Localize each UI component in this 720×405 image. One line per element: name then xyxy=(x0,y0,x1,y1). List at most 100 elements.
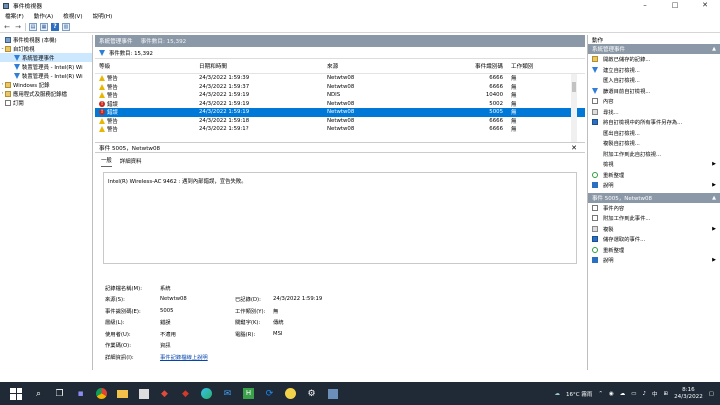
actions-section-event[interactable]: 事件 5005，Netwtw08 ▲ xyxy=(588,192,720,203)
teams-chat-icon[interactable]: ▪ xyxy=(74,387,88,401)
task-view-icon[interactable]: ❐ xyxy=(53,387,67,401)
menu-view[interactable]: 檢視(V) xyxy=(58,12,87,20)
input-language[interactable]: 中 xyxy=(652,390,658,398)
battery-icon[interactable]: ▭ xyxy=(631,391,636,397)
app-icon-yellow[interactable] xyxy=(284,387,298,401)
event-row-selected[interactable]: ! 錯誤 24/3/2022 1:59:19 Netwtw08 5005 無 xyxy=(95,108,585,117)
start-button[interactable] xyxy=(10,387,22,400)
back-icon[interactable]: ← xyxy=(3,23,11,31)
column-header-event-id[interactable]: 事件識別碼 xyxy=(457,62,507,70)
list-scrollbar[interactable] xyxy=(571,74,577,142)
tab-details[interactable]: 詳細資料 xyxy=(120,157,142,167)
row-date: 24/3/2022 1:59:19 xyxy=(199,109,250,116)
action-copy-custom-view[interactable]: 複製自訂檢視... xyxy=(588,138,720,149)
computer-icon xyxy=(5,36,11,43)
column-headers: 等級 日期和時間 來源 事件識別碼 工作類別 xyxy=(95,59,585,74)
action-create-custom-view[interactable]: 建立自訂檢視... xyxy=(588,65,720,76)
app-icon-green[interactable]: H xyxy=(242,387,256,401)
action-view[interactable]: 檢視 ▶ xyxy=(588,159,720,170)
onedrive-icon[interactable]: ☁ xyxy=(620,391,626,397)
scrollbar-thumb[interactable] xyxy=(572,82,576,92)
close-button[interactable]: ✕ xyxy=(690,0,720,11)
action-attach-task-view[interactable]: 附加工作到此自訂檢視... xyxy=(588,149,720,160)
tree-item-admin-events[interactable]: 系統管理事件 xyxy=(0,53,92,62)
menu-help[interactable]: 說明(H) xyxy=(88,12,118,20)
event-row[interactable]: ! 錯誤 24/3/2022 1:59:19 Netwtw08 5002 無 xyxy=(95,100,585,109)
clock[interactable]: 8:16 24/3/2022 xyxy=(674,387,703,401)
action-save-all-events[interactable]: 將自訂檢視中的所有事件另存為... xyxy=(588,117,720,128)
maximize-button[interactable]: □ xyxy=(660,0,690,11)
column-header-level[interactable]: 等級 xyxy=(99,62,199,70)
tree-label: 應用程式及服務記錄檔 xyxy=(13,91,67,98)
edge-icon[interactable] xyxy=(200,387,214,401)
event-row[interactable]: 警告 24/3/2022 1:59:39 Netwtw08 6666 無 xyxy=(95,74,585,83)
show-hide-tree-icon[interactable]: ▤ xyxy=(29,22,37,31)
show-hidden-icons-icon[interactable]: ⌃ xyxy=(598,391,603,397)
action-open-saved-log[interactable]: 開啟已儲存的記錄... xyxy=(588,54,720,65)
action-event-properties[interactable]: 事件內容 xyxy=(588,203,720,214)
action-properties[interactable]: 內容 xyxy=(588,96,720,107)
column-header-task[interactable]: 工作類別 xyxy=(507,62,567,70)
action-export-custom-view[interactable]: 匯出自訂檢視... xyxy=(588,128,720,139)
tree-item-root[interactable]: 事件檢視器 (本機) xyxy=(0,35,92,44)
store-icon[interactable] xyxy=(137,387,151,401)
menu-action[interactable]: 動作(A) xyxy=(29,12,58,20)
tree-item-filter-1[interactable]: 裝置管理員 - Intel(R) Wi xyxy=(0,62,92,71)
action-copy[interactable]: 複製 ▶ xyxy=(588,224,720,235)
online-help-link[interactable]: 事件記錄檔線上說明 xyxy=(160,353,280,361)
volume-icon[interactable]: ♪ xyxy=(642,391,646,397)
mail-icon[interactable]: ✉ xyxy=(221,387,235,401)
row-event-id: 5005 xyxy=(489,109,503,116)
event-row[interactable]: 警告 24/3/2022 1:59:18 Netwtw08 6666 無 xyxy=(95,117,585,126)
action-help-event[interactable]: 說明 ▶ xyxy=(588,255,720,266)
action-refresh[interactable]: 重新整理 xyxy=(588,170,720,181)
minimize-button[interactable]: – xyxy=(630,0,660,11)
tree-item-windows-logs[interactable]: › Windows 記錄 xyxy=(0,80,92,89)
action-find[interactable]: 尋找... xyxy=(588,107,720,118)
collapse-icon[interactable]: ▲ xyxy=(712,195,716,201)
row-task: 無 xyxy=(511,127,517,134)
ime-icon[interactable]: ⊞ xyxy=(664,391,669,397)
tab-general[interactable]: 一般 xyxy=(101,156,112,167)
tree-item-subscriptions[interactable]: 訂閱 xyxy=(0,98,92,107)
actions-section-view[interactable]: 系統管理事件 ▲ xyxy=(588,44,720,54)
file-explorer-icon[interactable] xyxy=(116,387,130,401)
weather-text[interactable]: 16°C 霧雨 xyxy=(566,390,592,398)
close-detail-icon[interactable]: ✕ xyxy=(571,143,577,154)
app-icon-red[interactable]: ◆ xyxy=(158,387,172,401)
column-header-date[interactable]: 日期和時間 xyxy=(199,62,327,70)
forward-icon[interactable]: → xyxy=(14,23,22,31)
action-filter-current-view[interactable]: 篩選目前自訂檢視... xyxy=(588,86,720,97)
properties-icon[interactable]: ▦ xyxy=(40,22,48,31)
network-icon[interactable]: ◉ xyxy=(609,391,614,397)
prop-label: 電腦(R): xyxy=(235,331,256,338)
action-attach-task-event[interactable]: 附加工作到此事件... xyxy=(588,213,720,224)
error-icon: ! xyxy=(99,100,105,107)
event-viewer-taskbar-icon[interactable] xyxy=(326,387,340,401)
tree-item-filter-2[interactable]: 裝置管理員 - Intel(R) Wi xyxy=(0,71,92,80)
chrome-icon[interactable] xyxy=(95,387,109,401)
weather-icon[interactable]: ☁ xyxy=(555,391,561,397)
action-save-selected[interactable]: 儲存選取的事件... xyxy=(588,234,720,245)
help-icon[interactable]: ? xyxy=(51,22,59,31)
search-icon[interactable]: ⌕ xyxy=(32,387,46,401)
app-icon-red-2[interactable]: ◆ xyxy=(179,387,193,401)
settings-icon[interactable]: ⚙ xyxy=(305,387,319,401)
action-refresh-event[interactable]: 重新整理 xyxy=(588,245,720,256)
column-header-source[interactable]: 來源 xyxy=(327,62,457,70)
tree-item-app-logs[interactable]: › 應用程式及服務記錄檔 xyxy=(0,89,92,98)
action-help[interactable]: 說明 ▶ xyxy=(588,180,720,191)
sync-icon[interactable]: ⟳ xyxy=(263,387,277,401)
show-hide-action-pane-icon[interactable]: ▥ xyxy=(62,22,70,31)
tree-item-custom-views[interactable]: ⌄ 自訂檢視 xyxy=(0,44,92,53)
event-row[interactable]: 警告 24/3/2022 1:59:1? Netwtw08 6666 無 xyxy=(95,125,585,134)
collapse-icon[interactable]: ▲ xyxy=(712,46,716,52)
notification-icon[interactable]: ▢ xyxy=(709,391,714,397)
event-row[interactable]: 警告 24/3/2022 1:59:37 Netwtw08 6666 無 xyxy=(95,83,585,92)
menu-file[interactable]: 檔案(F) xyxy=(0,12,29,20)
prop-value: Netwtw08 xyxy=(160,296,187,303)
event-row[interactable]: 警告 24/3/2022 1:59:19 NDIS 10400 無 xyxy=(95,91,585,100)
action-import-custom-view[interactable]: 匯入自訂檢視... xyxy=(588,75,720,86)
row-date: 24/3/2022 1:59:37 xyxy=(199,83,250,90)
filter-icon xyxy=(14,63,20,70)
